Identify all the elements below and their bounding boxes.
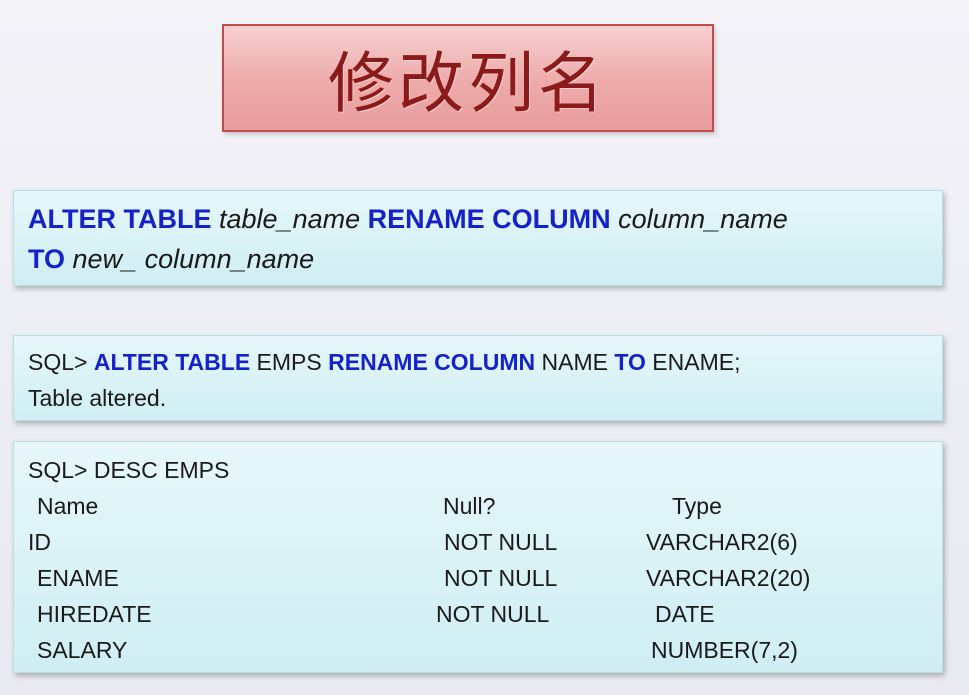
desc-command: SQL> DESC EMPS [28,452,928,488]
row-type: DATE [655,601,715,627]
table-row: ENAME NOT NULL VARCHAR2(20) [28,560,928,596]
syntax-line-2: TO new_ column_name [28,239,928,279]
title-banner: 修改列名 [222,24,714,132]
row-type: VARCHAR2(6) [646,529,798,555]
desc-panel: SQL> DESC EMPS Name Null? Type ID NOT NU… [13,441,943,673]
row-type: NUMBER(7,2) [651,637,798,663]
keyword-to: TO [614,349,646,375]
table-row: ID NOT NULL VARCHAR2(6) [28,524,928,560]
row-name: SALARY [37,637,128,663]
syntax-panel: ALTER TABLE table_name RENAME COLUMN col… [13,190,943,286]
table-row: HIREDATE NOT NULL DATE [28,596,928,632]
row-name: ID [28,529,51,555]
placeholder-column-name: column_name [618,204,788,234]
table-name: EMPS [256,349,322,375]
desc-header-row: Name Null? Type [28,488,928,524]
keyword-to: TO [28,244,66,274]
sql-prompt: SQL> [28,349,88,375]
example-panel: SQL> ALTER TABLE EMPS RENAME COLUMN NAME… [13,335,943,421]
desc-command-text: SQL> DESC EMPS [28,457,230,483]
syntax-line-1: ALTER TABLE table_name RENAME COLUMN col… [28,199,928,239]
example-result: Table altered. [28,385,167,411]
slide-title: 修改列名 [328,45,608,122]
keyword-rename-column: RENAME COLUMN [328,349,536,375]
row-type: VARCHAR2(20) [646,565,811,591]
keyword-alter-table: ALTER TABLE [93,349,251,375]
new-column-name: ENAME; [652,349,741,375]
row-null: NOT NULL [436,601,550,627]
header-name: Name [37,493,99,519]
row-null: NOT NULL [444,529,558,555]
keyword-rename-column: RENAME COLUMN [367,204,611,234]
placeholder-new-column-name: new_ column_name [72,244,315,274]
row-null: NOT NULL [444,565,558,591]
placeholder-table-name: table_name [219,204,361,234]
row-name: HIREDATE [37,601,152,627]
header-null: Null? [443,493,496,519]
row-name: ENAME [37,565,119,591]
old-column-name: NAME [541,349,608,375]
table-row: SALARY NUMBER(7,2) [28,632,928,668]
example-command-line: SQL> ALTER TABLE EMPS RENAME COLUMN NAME… [28,344,928,380]
keyword-alter-table: ALTER TABLE [28,204,212,234]
header-type: Type [672,493,722,519]
